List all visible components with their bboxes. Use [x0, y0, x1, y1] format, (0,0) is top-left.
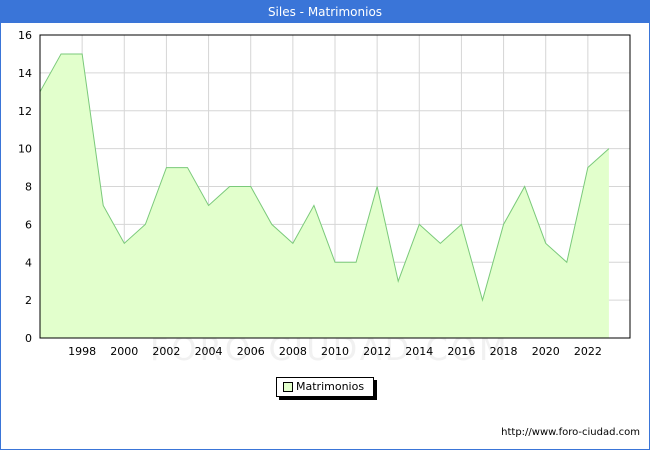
- x-tick-label: 1998: [68, 345, 96, 358]
- x-tick-label: 2016: [447, 345, 475, 358]
- y-tick-label: 6: [25, 218, 32, 231]
- y-tick-label: 10: [18, 143, 32, 156]
- x-tick-label: 2014: [405, 345, 433, 358]
- y-tick-label: 8: [25, 181, 32, 194]
- series-area: [40, 53, 609, 338]
- x-tick-label: 2022: [574, 345, 602, 358]
- x-tick-label: 2006: [237, 345, 265, 358]
- x-tick-label: 2010: [321, 345, 349, 358]
- area-layer: [39, 53, 610, 338]
- x-tick-label: 2020: [532, 345, 560, 358]
- legend: Matrimonios: [276, 377, 374, 397]
- y-tick-label: 0: [25, 332, 32, 345]
- y-tick-label: 4: [25, 256, 32, 269]
- legend-label: Matrimonios: [296, 380, 365, 393]
- x-tick-label: 2000: [110, 345, 138, 358]
- y-tick-label: 14: [18, 67, 32, 80]
- x-tick-label: 2018: [490, 345, 518, 358]
- x-tick-label: 2008: [279, 345, 307, 358]
- y-tick-label: 12: [18, 105, 32, 118]
- y-tick-label: 16: [18, 29, 32, 42]
- y-tick-label: 2: [25, 294, 32, 307]
- x-tick-label: 2002: [152, 345, 180, 358]
- x-tick-label: 2004: [195, 345, 223, 358]
- source-url[interactable]: http://www.foro-ciudad.com: [501, 427, 640, 438]
- x-tick-label: 2012: [363, 345, 391, 358]
- legend-swatch: [283, 382, 293, 392]
